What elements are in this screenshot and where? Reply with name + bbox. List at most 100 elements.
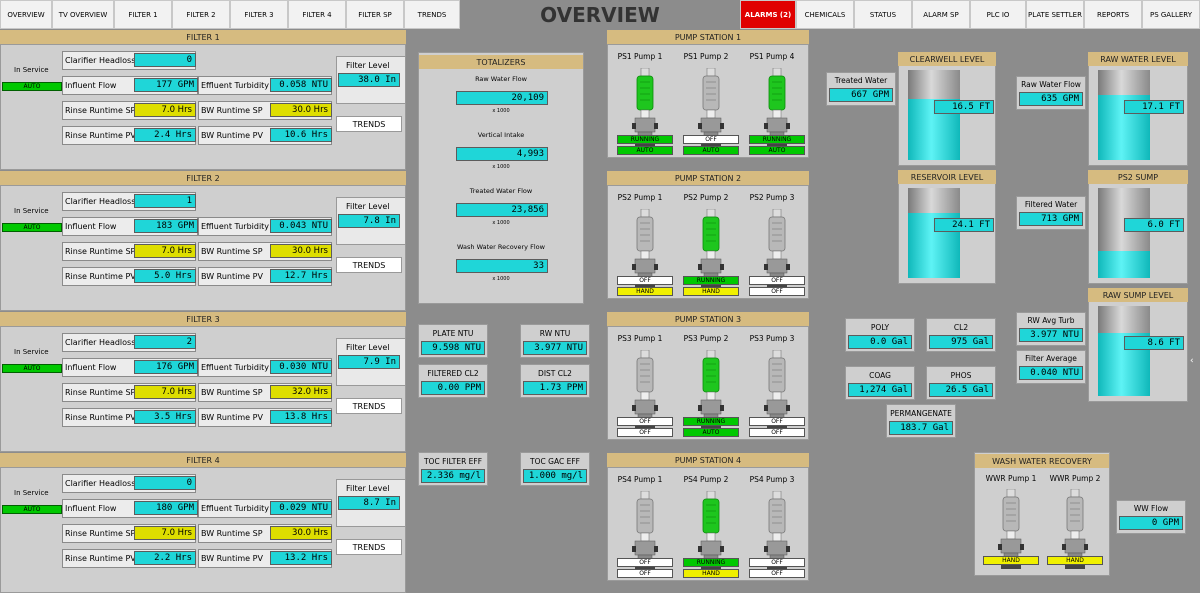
collapse-arrow-icon[interactable]: ‹ xyxy=(1190,356,1194,366)
chemical-label: COAG xyxy=(869,371,891,380)
auto-indicator: AUTO xyxy=(2,505,62,514)
page-title: OVERVIEW xyxy=(540,3,660,27)
totalizers-panel: TOTALIZERS Raw Water Flow 20,109 x 1000 Ver… xyxy=(418,52,584,304)
chemical-value: 1,274 Gal xyxy=(848,383,912,397)
pump-state-indicator: OFF xyxy=(749,558,805,567)
nav-ps-gallery[interactable]: PS GALLERY xyxy=(1142,0,1200,29)
nav-bar: OVERVIEW TV OVERVIEW FILTER 1 FILTER 2 F… xyxy=(0,0,1200,30)
filter-level-value: 38.0 In xyxy=(338,73,400,87)
wwr-pump-name: WWR Pump 2 xyxy=(1049,474,1101,483)
filter-level-value: 7.8 In xyxy=(338,214,400,228)
effluent-turbidity-value: 0.058 NTU xyxy=(270,78,332,92)
trends-button[interactable]: TRENDS xyxy=(336,398,402,414)
nav-alarm-sp[interactable]: ALARM SP xyxy=(912,0,970,29)
filter-level-value: 8.7 In xyxy=(338,496,400,510)
rinse-runtime-pv-value: 5.0 Hrs xyxy=(134,269,196,283)
effluent-turbidity-value: 0.043 NTU xyxy=(270,219,332,233)
bw-runtime-pv-value: 13.8 Hrs xyxy=(270,410,332,424)
rinse-runtime-sp-input[interactable]: 7.0 Hrs xyxy=(134,244,196,258)
clarifier-headloss-value: 2 xyxy=(134,335,196,349)
trends-button[interactable]: TRENDS xyxy=(336,539,402,555)
totalizer-value: 4,993 xyxy=(456,147,548,161)
totalizer-value: 33 xyxy=(456,259,548,273)
nav-trends[interactable]: TRENDS xyxy=(404,0,460,29)
pump-name: PS2 Pump 2 xyxy=(683,193,729,202)
pump-station-title: PUMP STATION 2 xyxy=(607,171,809,185)
nav-overview[interactable]: OVERVIEW xyxy=(0,0,52,29)
flow-value: 0.040 NTU xyxy=(1019,366,1083,380)
pump-mode-indicator: OFF xyxy=(749,569,805,578)
analyzer-label: RW NTU xyxy=(539,329,571,338)
rinse-runtime-sp-input[interactable]: 7.0 Hrs xyxy=(134,526,196,540)
clarifier-headloss-value: 1 xyxy=(134,194,196,208)
flow-label: Treated Water xyxy=(834,76,888,85)
flow-value: 3.977 NTU xyxy=(1019,328,1083,342)
nav-filter-2[interactable]: FILTER 2 xyxy=(172,0,230,29)
rinse-runtime-sp-input[interactable]: 7.0 Hrs xyxy=(134,103,196,117)
tank-level-value: 6.0 FT xyxy=(1124,218,1184,232)
influent-flow-value: 177 GPM xyxy=(134,78,198,92)
nav-filter-4[interactable]: FILTER 4 xyxy=(288,0,346,29)
pump-name: PS4 Pump 3 xyxy=(749,475,795,484)
analyzer-label: PLATE NTU xyxy=(432,329,474,338)
pump-state-indicator: RUNNING xyxy=(683,276,739,285)
pump-name: PS1 Pump 4 xyxy=(749,52,795,61)
nav-chemicals[interactable]: CHEMICALS xyxy=(796,0,854,29)
auto-indicator: AUTO xyxy=(2,82,62,91)
chemical-label: PHOS xyxy=(950,371,972,380)
tank-body xyxy=(1098,306,1150,396)
nav-plc-io[interactable]: PLC IO xyxy=(970,0,1026,29)
in-service-label: In Service xyxy=(14,489,49,497)
totalizer-value: 20,109 xyxy=(456,91,548,105)
pump-state-indicator: OFF xyxy=(749,276,805,285)
filter-title: FILTER 1 xyxy=(0,30,406,44)
nav-filter-sp[interactable]: FILTER SP xyxy=(346,0,404,29)
bw-runtime-sp-input[interactable]: 30.0 Hrs xyxy=(270,244,332,258)
filter-level-value: 7.9 In xyxy=(338,355,400,369)
wwr-pump-name: WWR Pump 1 xyxy=(985,474,1037,483)
rinse-runtime-pv-value: 2.4 Hrs xyxy=(134,128,196,142)
bw-runtime-sp-input[interactable]: 30.0 Hrs xyxy=(270,526,332,540)
pump-name: PS3 Pump 3 xyxy=(749,334,795,343)
chemical-label: POLY xyxy=(870,323,890,332)
totalizer-value: 23,856 xyxy=(456,203,548,217)
nav-tv-overview[interactable]: TV OVERVIEW xyxy=(52,0,114,29)
nav-status[interactable]: STATUS xyxy=(854,0,912,29)
pump-name: PS1 Pump 1 xyxy=(617,52,663,61)
trends-button[interactable]: TRENDS xyxy=(336,116,402,132)
pump-state-indicator: RUNNING xyxy=(683,417,739,426)
analyzer-value: 1.000 mg/l xyxy=(523,469,587,483)
in-service-label: In Service xyxy=(14,348,49,356)
rinse-runtime-sp-input[interactable]: 7.0 Hrs xyxy=(134,385,196,399)
tank-title: CLEARWELL LEVEL xyxy=(898,52,996,66)
analyzer-value: 0.00 PPM xyxy=(421,381,485,395)
pump-mode-indicator: HAND xyxy=(617,287,673,296)
totalizer-label: Treated Water Flow xyxy=(469,187,533,195)
pump-state-indicator: OFF xyxy=(683,135,739,144)
tank-body xyxy=(908,70,960,160)
bw-runtime-pv-value: 10.6 Hrs xyxy=(270,128,332,142)
flow-value: 0 GPM xyxy=(1119,516,1183,530)
pump-mode-indicator: AUTO xyxy=(617,146,673,155)
bw-runtime-sp-input[interactable]: 30.0 Hrs xyxy=(270,103,332,117)
pump-name: PS3 Pump 1 xyxy=(617,334,663,343)
pump-station-title: PUMP STATION 4 xyxy=(607,453,809,467)
analyzer-value: 2.336 mg/l xyxy=(421,469,485,483)
rinse-runtime-pv-value: 3.5 Hrs xyxy=(134,410,196,424)
flow-value: 713 GPM xyxy=(1019,212,1083,226)
pump-name: PS4 Pump 2 xyxy=(683,475,729,484)
nav-reports[interactable]: REPORTS xyxy=(1084,0,1142,29)
nav-filter-3[interactable]: FILTER 3 xyxy=(230,0,288,29)
trends-button[interactable]: TRENDS xyxy=(336,257,402,273)
x1000-label: x 1000 xyxy=(492,276,510,282)
wwr-pump-mode: HAND xyxy=(1047,556,1103,565)
nav-plate-settler[interactable]: PLATE SETTLER xyxy=(1026,0,1084,29)
bw-runtime-sp-input[interactable]: 32.0 Hrs xyxy=(270,385,332,399)
pump-name: PS2 Pump 1 xyxy=(617,193,663,202)
analyzer-label: TOC GAC EFF xyxy=(530,457,580,466)
analyzer-label: TOC FILTER EFF xyxy=(423,457,483,466)
nav-filter-1[interactable]: FILTER 1 xyxy=(114,0,172,29)
nav-alarms[interactable]: ALARMS (2) xyxy=(740,0,796,29)
pump-mode-indicator: OFF xyxy=(617,428,673,437)
pump-station-title: PUMP STATION 1 xyxy=(607,30,809,44)
